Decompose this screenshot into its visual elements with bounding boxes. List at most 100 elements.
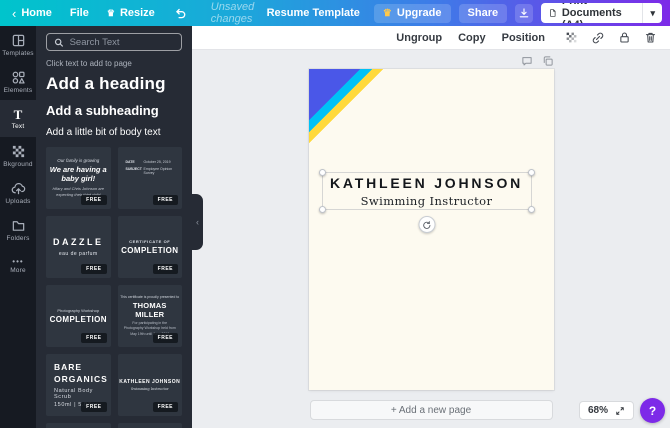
text-template-thumbnail-completion[interactable]: Photography Workshop COMPLETION FREE [46, 285, 111, 347]
thumb-text: BARE [54, 362, 83, 373]
lock-icon[interactable] [618, 31, 631, 44]
thumb-text: COMPLETION [49, 315, 107, 324]
copy-button[interactable]: Copy [458, 32, 486, 44]
free-badge: FREE [152, 333, 178, 343]
save-status: Unsaved changes [210, 1, 255, 25]
download-button[interactable] [515, 3, 533, 23]
background-pattern-icon [12, 145, 24, 157]
folder-icon [12, 220, 24, 231]
add-body-text-button[interactable]: Add a little bit of body text [46, 127, 182, 138]
back-chevron-icon: ‹ [12, 5, 17, 21]
chevron-down-icon: ▾ [650, 7, 655, 18]
free-badge: FREE [152, 195, 178, 205]
comment-icon[interactable] [521, 55, 533, 67]
text-tool-icon: T [13, 106, 23, 122]
search-input[interactable] [69, 36, 174, 48]
text-template-thumbnail-memo[interactable]: DATE October 25, 2019 SUBJECT Employee O… [117, 147, 182, 209]
sidebar-item-text[interactable]: T Text [0, 100, 36, 137]
trash-icon[interactable] [644, 31, 657, 44]
text-template-thumbnail-baby[interactable]: Our family is growing We are having a ba… [46, 147, 111, 209]
resize-handle-top-left[interactable] [318, 169, 326, 176]
sidebar-label: Folders [6, 234, 30, 242]
resize-handle-top-right[interactable] [527, 169, 535, 176]
collapse-chevron-icon: ‹ [196, 217, 199, 227]
top-bar: ‹ Home File ♛ Resize Unsaved changes Res… [0, 0, 670, 26]
text-template-thumbnail-dazzle[interactable]: DAZZLE eau de parfum FREE [46, 216, 111, 278]
home-button[interactable]: ‹ Home [12, 7, 52, 20]
thumb-text: SUBJECT [125, 167, 142, 171]
add-subheading-button[interactable]: Add a subheading [46, 103, 182, 118]
more-dots-icon: ••• [12, 257, 24, 266]
text-template-thumbnail-bare-organics[interactable]: BARE ORGANICS Natural Body Scrub 150ml |… [46, 354, 111, 416]
thumb-text: ORGANICS [54, 373, 108, 384]
sidebar-label: Uploads [5, 197, 31, 205]
text-template-thumbnail-brunch[interactable]: brunch [46, 423, 111, 428]
resize-handle-bottom-right[interactable] [527, 206, 535, 213]
canvas-subtitle-text[interactable]: Swimming Instructor [361, 194, 493, 208]
free-badge: FREE [152, 402, 178, 412]
print-documents-button[interactable]: Print Documents (A4) ▾ [540, 3, 662, 23]
help-button[interactable]: ? [640, 398, 665, 423]
file-menu-button[interactable]: File [70, 7, 89, 19]
selected-text-group[interactable]: KATHLEEN JOHNSON Swimming Instructor [318, 169, 535, 233]
sidebar-item-uploads[interactable]: Uploads [0, 174, 36, 211]
sidebar-item-folders[interactable]: Folders [0, 211, 36, 248]
text-template-grid: Our family is growing We are having a ba… [46, 147, 182, 428]
elements-icon [12, 71, 25, 84]
text-template-thumbnail-katherine[interactable]: katherine [117, 423, 182, 428]
thumb-text: Our family is growing [57, 157, 100, 163]
share-button[interactable]: Share [458, 3, 508, 23]
sidebar-item-more[interactable]: ••• More [0, 248, 36, 285]
sidebar-item-templates[interactable]: Templates [0, 26, 36, 63]
thumb-text: Swimming Instructor [130, 387, 169, 391]
sidebar-rail: Templates Elements T Text Bkground Uploa… [0, 26, 36, 428]
resume-template-button[interactable]: Resume Template [267, 7, 360, 19]
panel-collapse-button[interactable]: ‹ [192, 194, 203, 250]
resize-label: Resize [119, 7, 155, 19]
thumb-text: October 25, 2019 [143, 160, 171, 164]
print-documents-main[interactable]: Print Documents (A4) [541, 3, 643, 23]
text-template-thumbnail-certificate[interactable]: CERTIFICATE OF COMPLETION FREE [117, 216, 182, 278]
crown-icon: ♛ [382, 7, 392, 19]
crown-icon: ♛ [106, 7, 115, 18]
ungroup-button[interactable]: Ungroup [396, 32, 442, 44]
sidebar-item-background[interactable]: Bkground [0, 137, 36, 174]
sidebar-label: More [10, 267, 26, 274]
undo-button[interactable] [173, 6, 187, 20]
search-icon [54, 38, 63, 47]
help-icon: ? [648, 403, 657, 418]
templates-icon [12, 34, 24, 46]
thumb-text: Employee Opinion Survey [143, 167, 173, 175]
zoom-control[interactable]: 68% [578, 401, 634, 420]
add-new-page-button[interactable]: + Add a new page [309, 400, 553, 420]
free-badge: FREE [81, 195, 107, 205]
rotate-handle[interactable] [418, 216, 435, 233]
thumb-text: DAZZLE [53, 237, 104, 247]
free-badge: FREE [81, 333, 107, 343]
text-template-thumbnail-kathleen[interactable]: KATHLEEN JOHNSON Swimming Instructor FRE… [117, 354, 182, 416]
zoom-level: 68% [587, 405, 608, 416]
thumb-text: This certificate is proudly presented to [120, 295, 180, 300]
thumb-text: eau de parfum [58, 251, 98, 257]
thumb-text: We are having a baby girl! [49, 164, 107, 183]
duplicate-page-icon[interactable] [542, 55, 554, 67]
design-page[interactable]: KATHLEEN JOHNSON Swimming Instructor [308, 69, 554, 390]
workspace: KATHLEEN JOHNSON Swimming Instructor + A… [192, 50, 670, 428]
free-badge: FREE [81, 264, 107, 274]
canva-editor: ‹ Home File ♛ Resize Unsaved changes Res… [0, 0, 670, 428]
resize-handle-bottom-left[interactable] [318, 206, 326, 213]
upgrade-button[interactable]: ♛ Upgrade [373, 3, 451, 23]
search-box[interactable] [46, 33, 182, 51]
sidebar-item-elements[interactable]: Elements [0, 63, 36, 100]
main-area: Ungroup Copy Position KATHLEEN JOHNSON S… [192, 26, 670, 428]
text-template-thumbnail-thomas[interactable]: This certificate is proudly presented to… [117, 285, 182, 347]
add-heading-button[interactable]: Add a heading [46, 74, 182, 94]
link-icon[interactable] [591, 31, 605, 45]
print-options-dropdown[interactable]: ▾ [642, 3, 662, 23]
page-actions [309, 55, 554, 67]
document-icon [549, 9, 556, 17]
resize-button[interactable]: ♛ Resize [107, 7, 155, 19]
canvas-name-text[interactable]: KATHLEEN JOHNSON [330, 175, 523, 191]
transparency-icon[interactable] [565, 31, 578, 44]
position-button[interactable]: Position [502, 32, 545, 44]
